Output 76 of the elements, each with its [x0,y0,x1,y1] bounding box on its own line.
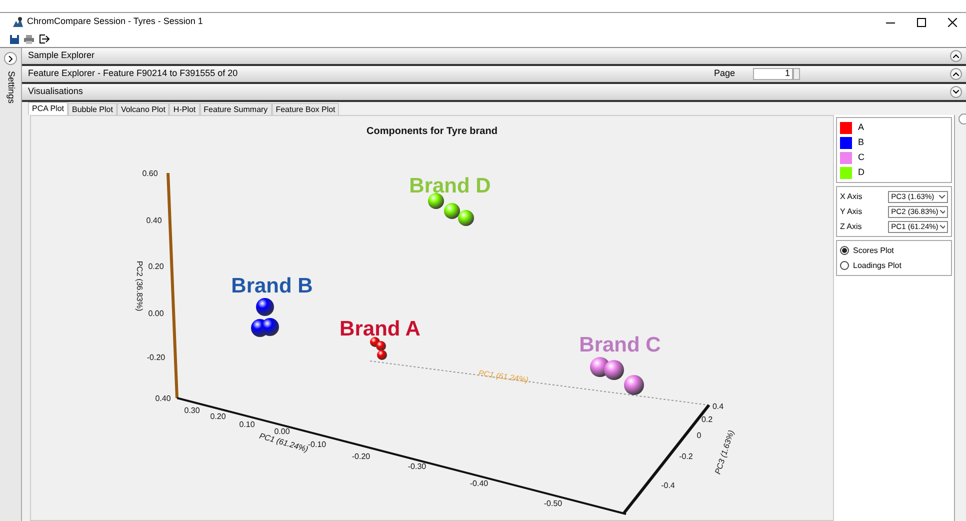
brand-label: Brand C [579,334,661,357]
chevron-up-icon [953,72,959,76]
chevron-up-icon [953,54,959,58]
caret-icon [939,194,946,198]
tick-label: -0.10 [308,440,326,449]
chevron-down-icon [953,90,959,94]
tab[interactable]: PCA Plot [28,102,68,115]
tick-label: -0.30 [408,462,426,471]
tick-label: 0.60 [142,169,158,178]
tick-label: 0.20 [148,262,164,271]
exit-icon[interactable] [39,34,50,44]
tick-label: 0 [696,431,702,440]
tick-label: -0.4 [661,481,675,490]
data-point [428,193,444,209]
tick-label: -0.20 [352,452,370,461]
collapse-button[interactable] [950,86,962,98]
collapse-button[interactable] [950,68,962,80]
radio-option[interactable]: Scores Plot [840,243,948,258]
axis-label: Y Axis [840,206,862,218]
tick-label: 0.40 [146,216,162,225]
brand-label: Brand D [409,174,491,198]
caret-icon [940,224,946,228]
chevron-right-icon [8,56,14,62]
save-icon[interactable] [10,34,19,44]
tick-label: 0.2 [701,415,713,424]
data-point [458,210,474,226]
tab[interactable]: Feature Box Plot [272,103,340,115]
legend-label: A [858,120,864,134]
tab[interactable]: Volcano Plot [116,103,170,115]
data-point [444,203,460,219]
radio-option[interactable]: Loadings Plot [840,258,948,273]
settings-tab[interactable]: Settings [4,71,18,104]
app-logo-icon [12,16,24,28]
axis-title: PC2 (36.83%) [135,260,144,312]
maximize-icon [916,18,926,26]
caret-icon [940,210,946,214]
legend-label: B [858,136,864,149]
tick-label: -0.20 [146,353,166,362]
chart-title: Components for Tyre brand [366,126,498,137]
brand-label: Brand B [231,274,313,298]
tab[interactable]: Bubble Plot [68,103,117,115]
collapse-icon[interactable] [957,113,966,125]
page-field[interactable]: 1 [753,68,793,80]
axis-label: X Axis [840,190,862,202]
tick-label: -0.50 [544,499,562,508]
data-point [256,298,274,316]
expand-button[interactable] [4,52,17,65]
legend-label: D [858,166,864,179]
tick-label: 0.00 [274,427,290,436]
data-point [624,375,644,395]
tick-label: 0.20 [210,412,226,421]
tab[interactable]: Feature Summary [200,103,272,115]
tick-label: 0.00 [148,309,164,318]
tick-label: 0.40 [155,394,171,403]
panel-title: Visualisations [28,85,84,98]
collapse-button[interactable] [950,50,962,62]
data-point [261,318,279,336]
tick-label: 0.4 [712,402,724,411]
tick-label: -0.2 [679,452,693,461]
data-point [604,360,624,380]
data-point [376,341,386,351]
close-icon [948,18,956,26]
tick-label: -0.40 [470,479,488,488]
panel-title: Feature Explorer - Feature F90214 to F391555 of 20 [28,67,239,80]
axis-title: PC1 (61.24%) [478,368,529,384]
data-point [377,350,387,360]
panel-title: Sample Explorer [28,49,96,62]
tab[interactable]: H-Plot [169,103,200,115]
tick-label: 0.30 [184,406,200,415]
tick-label: 0.10 [239,420,255,429]
axis-label: Z Axis [840,220,862,232]
brand-label: Brand A [340,318,420,341]
legend-label: C [858,150,864,164]
print-icon[interactable] [24,34,34,44]
window-title: ChromCompare Session - Tyres - Session 1 [27,15,203,28]
page-label: Page [714,67,735,80]
